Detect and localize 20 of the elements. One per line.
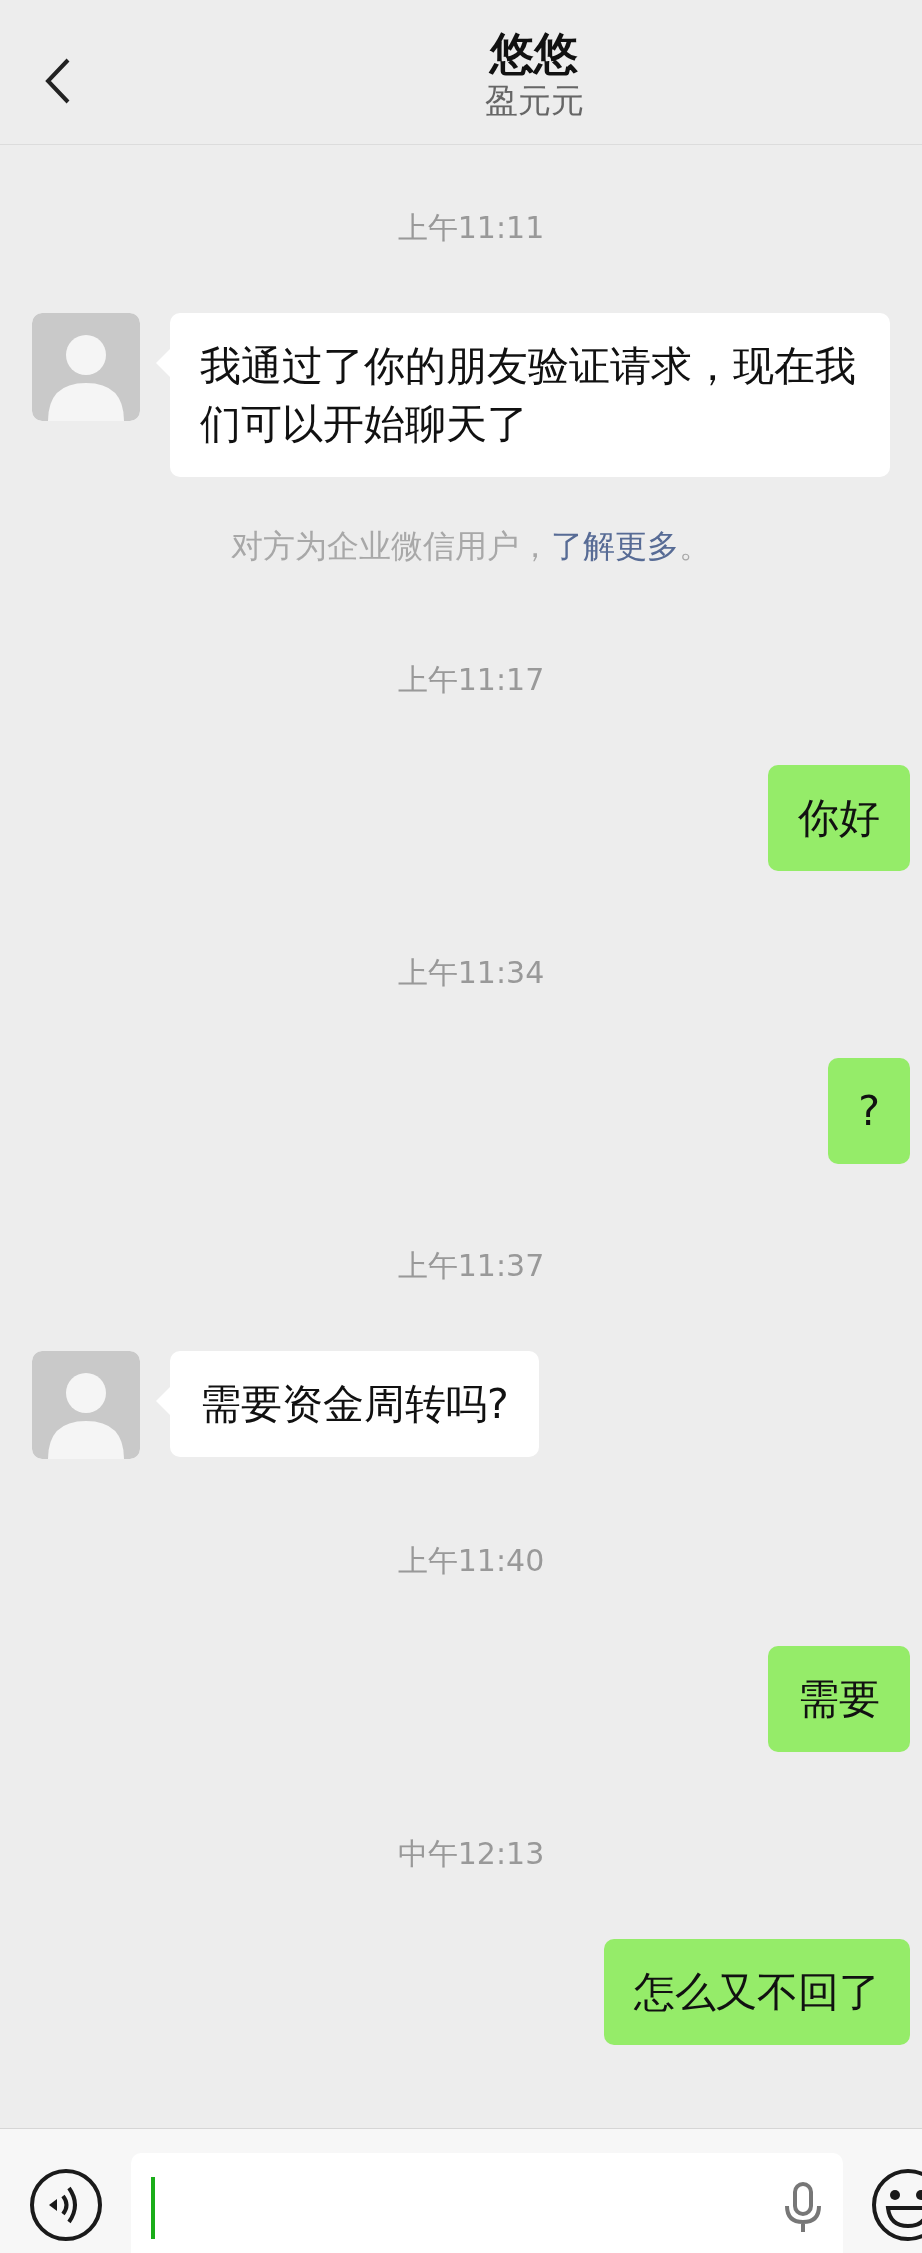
chat-subtitle: 盈元元 — [484, 80, 584, 121]
timestamp: 上午11:40 — [396, 1542, 546, 1580]
voice-button[interactable] — [29, 2168, 103, 2242]
learn-more-link[interactable]: 了解更多 — [551, 527, 679, 565]
message-bubble: 我通过了你的朋友验证请求，现在我们可以开始聊天了 — [170, 313, 890, 477]
microphone-icon[interactable] — [783, 2182, 823, 2234]
message-bubble: 怎么又不回了 — [604, 1939, 910, 2045]
timestamp: 上午11:11 — [396, 209, 546, 247]
system-notice: 对方为企业微信用户，了解更多。 — [230, 526, 712, 566]
timestamp: 上午11:34 — [396, 954, 546, 992]
timestamp: 中午12:13 — [396, 1835, 546, 1873]
timestamp: 上午11:17 — [396, 661, 546, 699]
chat-title: 悠悠 — [490, 27, 578, 81]
message-bubble: ? — [828, 1058, 910, 1164]
message-bubble: 需要 — [768, 1646, 910, 1752]
message-input[interactable] — [131, 2153, 843, 2253]
message-bubble: 你好 — [768, 765, 910, 871]
text-cursor — [151, 2177, 155, 2239]
message-bubble: 需要资金周转吗? — [170, 1351, 539, 1457]
timestamp: 上午11:37 — [396, 1247, 546, 1285]
